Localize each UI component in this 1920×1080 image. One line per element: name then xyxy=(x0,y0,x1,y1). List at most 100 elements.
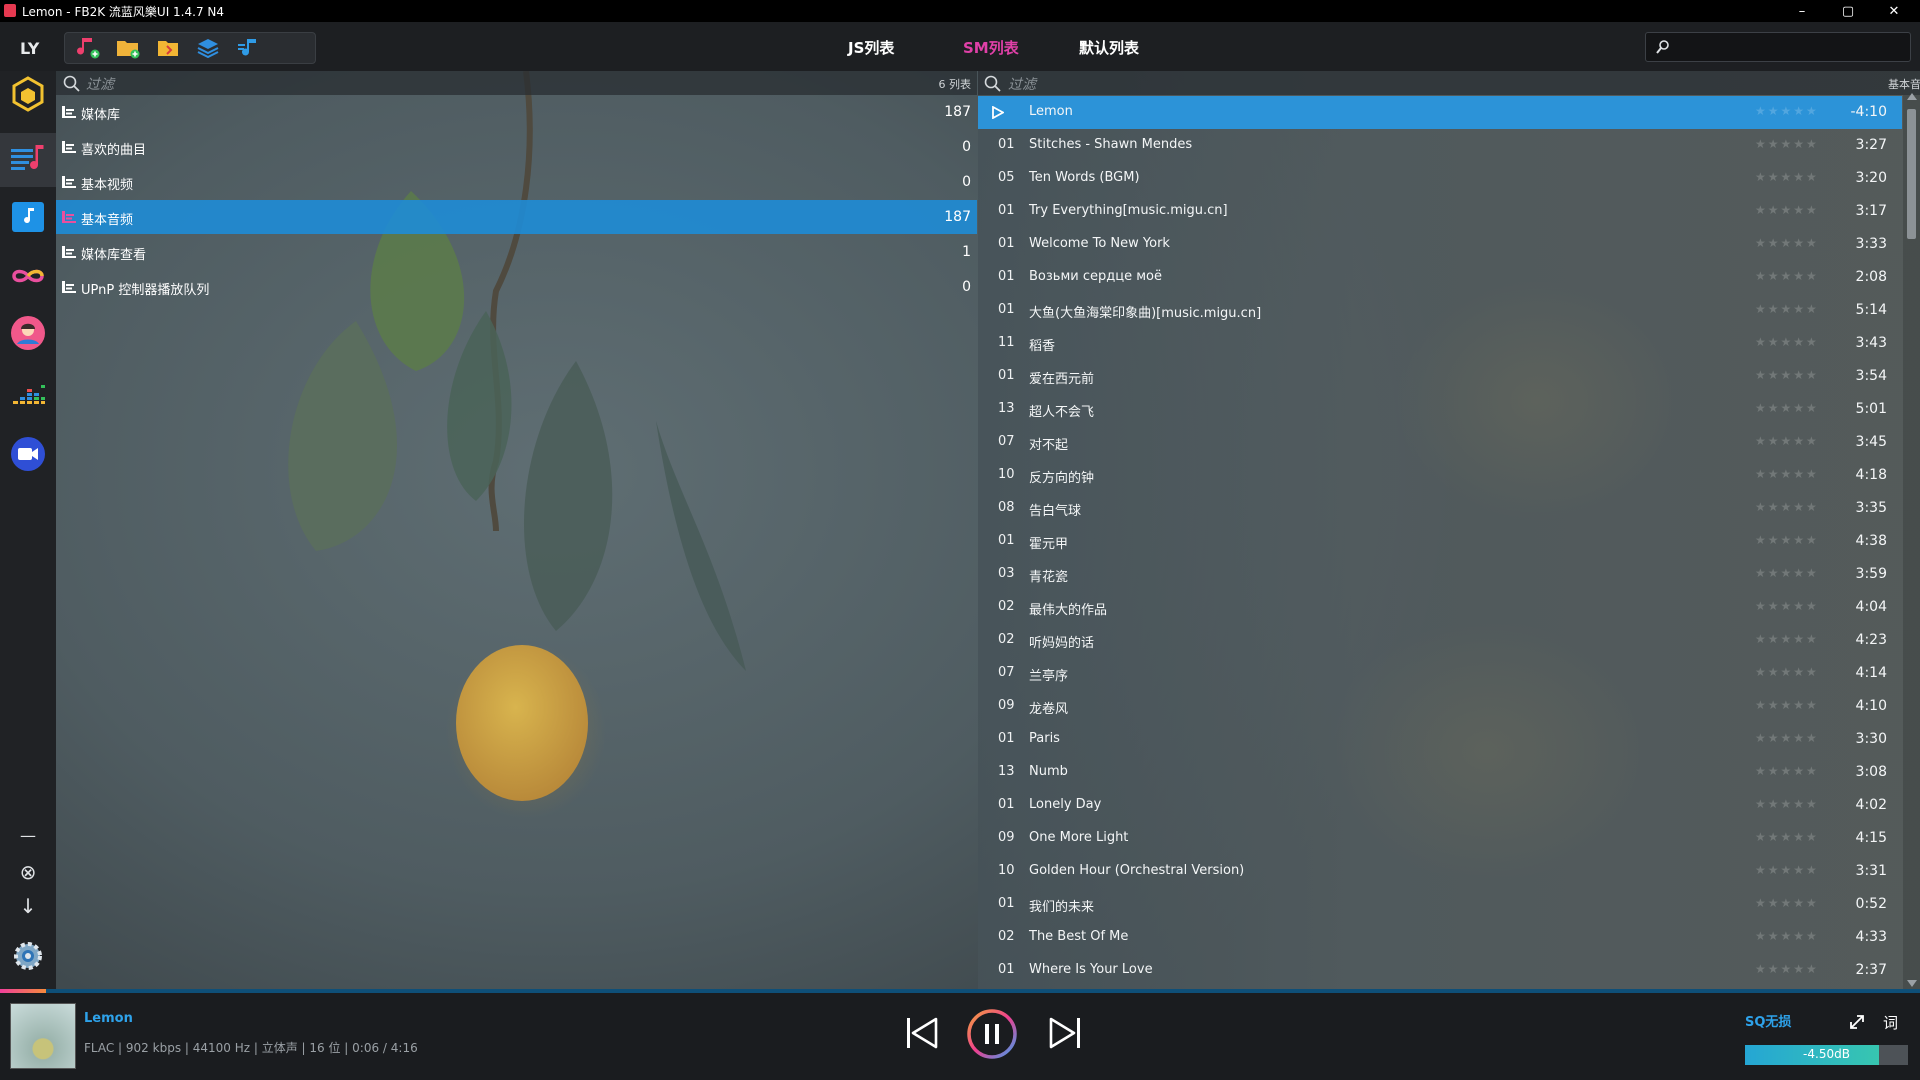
track-row[interactable]: 13 超人不会飞 ★★★★★ 5:01 xyxy=(978,393,1902,426)
track-rating[interactable]: ★★★★★ xyxy=(1755,731,1819,745)
tracklist-scrollbar[interactable] xyxy=(1903,93,1920,989)
track-row[interactable]: 01 Try Everything[music.migu.cn] ★★★★★ 3:17 xyxy=(978,195,1902,228)
track-row[interactable]: 01 Where Is Your Love ★★★★★ 2:37 xyxy=(978,954,1902,987)
track-row[interactable]: 02 最伟大的作品 ★★★★★ 4:04 xyxy=(978,591,1902,624)
track-rating[interactable]: ★★★★★ xyxy=(1755,665,1819,679)
track-rating[interactable]: ★★★★★ xyxy=(1755,764,1819,778)
track-rating[interactable]: ★★★★★ xyxy=(1755,533,1819,547)
track-row[interactable]: 13 Numb ★★★★★ 3:08 xyxy=(978,756,1902,789)
avatar-icon[interactable] xyxy=(8,313,48,353)
track-rating[interactable]: ★★★★★ xyxy=(1755,599,1819,613)
layers-icon[interactable] xyxy=(195,36,221,60)
track-rating[interactable]: ★★★★★ xyxy=(1755,401,1819,415)
track-row[interactable]: 07 兰亭序 ★★★★★ 4:14 xyxy=(978,657,1902,690)
track-rating[interactable]: ★★★★★ xyxy=(1755,962,1819,976)
pause-button[interactable] xyxy=(966,1008,1018,1060)
scroll-up-arrow-icon[interactable] xyxy=(1907,93,1917,100)
album-cover-thumbnail[interactable] xyxy=(10,1003,76,1069)
track-rating[interactable]: ★★★★★ xyxy=(1755,434,1819,448)
track-rating[interactable]: ★★★★★ xyxy=(1755,203,1819,217)
playlist-item-name: UPnP 控制器播放队列 xyxy=(81,283,210,298)
track-row[interactable]: 07 对不起 ★★★★★ 3:45 xyxy=(978,426,1902,459)
infinity-icon[interactable] xyxy=(8,256,48,296)
track-row[interactable]: 05 Ten Words (BGM) ★★★★★ 3:20 xyxy=(978,162,1902,195)
track-rating[interactable]: ★★★★★ xyxy=(1755,302,1819,316)
lyrics-button[interactable]: 词 xyxy=(1883,1012,1898,1033)
track-rating[interactable]: ★★★★★ xyxy=(1755,863,1819,877)
track-rating[interactable]: ★★★★★ xyxy=(1755,500,1819,514)
track-number: 09 xyxy=(998,830,1015,845)
track-row[interactable]: 01 Lonely Day ★★★★★ 4:02 xyxy=(978,789,1902,822)
playlist-view-icon[interactable] xyxy=(8,139,48,179)
playlist-icon[interactable] xyxy=(235,36,261,60)
playlist-item[interactable]: 媒体库 187 xyxy=(56,95,977,129)
track-row[interactable]: 01 霍元甲 ★★★★★ 4:38 xyxy=(978,525,1902,558)
track-rating[interactable]: ★★★★★ xyxy=(1755,335,1819,349)
now-playing-title[interactable]: Lemon xyxy=(84,1011,133,1026)
playlist-item[interactable]: 基本音频 187 xyxy=(56,200,977,234)
track-row[interactable]: 11 稻香 ★★★★★ 3:43 xyxy=(978,327,1902,360)
track-rating[interactable]: ★★★★★ xyxy=(1755,566,1819,580)
track-rating[interactable]: ★★★★★ xyxy=(1755,104,1819,118)
tab-sm-list[interactable]: SM列表 xyxy=(963,37,1019,58)
tab-default-list[interactable]: 默认列表 xyxy=(1079,37,1139,58)
add-folder-icon[interactable] xyxy=(115,36,141,60)
previous-button[interactable] xyxy=(904,1014,940,1052)
track-row[interactable]: 01 Paris ★★★★★ 3:30 xyxy=(978,723,1902,756)
track-filter-bar[interactable]: 过滤 基本音频 xyxy=(978,71,1920,95)
track-rating[interactable]: ★★★★★ xyxy=(1755,797,1819,811)
volume-slider[interactable]: -4.50dB xyxy=(1745,1045,1908,1065)
track-rating[interactable]: ★★★★★ xyxy=(1755,698,1819,712)
track-rating[interactable]: ★★★★★ xyxy=(1755,368,1819,382)
track-row[interactable]: 01 Stitches - Shawn Mendes ★★★★★ 3:27 xyxy=(978,129,1902,162)
video-icon[interactable] xyxy=(8,434,48,474)
track-row[interactable]: 01 爱在西元前 ★★★★★ 3:54 xyxy=(978,360,1902,393)
track-row[interactable]: 01 我们的未来 ★★★★★ 0:52 xyxy=(978,888,1902,921)
open-folder-icon[interactable] xyxy=(155,36,181,60)
maximize-button[interactable]: ▢ xyxy=(1826,0,1870,22)
track-row[interactable]: 10 反方向的钟 ★★★★★ 4:18 xyxy=(978,459,1902,492)
track-row[interactable]: 01 Welcome To New York ★★★★★ 3:33 xyxy=(978,228,1902,261)
track-rating[interactable]: ★★★★★ xyxy=(1755,929,1819,943)
track-rating[interactable]: ★★★★★ xyxy=(1755,830,1819,844)
track-row[interactable]: Lemon ★★★★★ -4:10 xyxy=(978,96,1902,129)
track-row[interactable]: 02 The Best Of Me ★★★★★ 4:33 xyxy=(978,921,1902,954)
track-row[interactable]: 10 Golden Hour (Orchestral Version) ★★★★★ 3… xyxy=(978,855,1902,888)
track-row[interactable]: 01 Возьми сердце моё ★★★★★ 2:08 xyxy=(978,261,1902,294)
expand-icon[interactable] xyxy=(1848,1013,1866,1031)
track-row[interactable]: 08 告白气球 ★★★★★ 3:35 xyxy=(978,492,1902,525)
scrollbar-thumb[interactable] xyxy=(1907,109,1916,239)
minimize-button[interactable]: – xyxy=(1780,0,1824,22)
track-rating[interactable]: ★★★★★ xyxy=(1755,137,1819,151)
add-music-icon[interactable] xyxy=(75,36,101,60)
playlist-item[interactable]: 媒体库查看 1 xyxy=(56,235,977,269)
playlist-item[interactable]: UPnP 控制器播放队列 0 xyxy=(56,270,977,304)
track-rating[interactable]: ★★★★★ xyxy=(1755,170,1819,184)
track-rating[interactable]: ★★★★★ xyxy=(1755,467,1819,481)
track-row[interactable]: 03 青花瓷 ★★★★★ 3:59 xyxy=(978,558,1902,591)
scroll-down-arrow-icon[interactable] xyxy=(1907,980,1917,987)
playlist-item[interactable]: 喜欢的曲目 0 xyxy=(56,130,977,164)
download-arrow-icon[interactable]: ↓ xyxy=(0,894,56,918)
track-rating[interactable]: ★★★★★ xyxy=(1755,236,1819,250)
close-circle-icon[interactable]: ⊗ xyxy=(0,860,56,884)
equalizer-icon[interactable] xyxy=(8,375,48,415)
next-button[interactable] xyxy=(1047,1014,1083,1052)
music-note-icon[interactable] xyxy=(8,197,48,237)
track-row[interactable]: 09 One More Light ★★★★★ 4:15 xyxy=(978,822,1902,855)
playlist-item[interactable]: 基本视频 0 xyxy=(56,165,977,199)
search-box[interactable] xyxy=(1645,32,1911,62)
track-rating[interactable]: ★★★★★ xyxy=(1755,632,1819,646)
track-rating[interactable]: ★★★★★ xyxy=(1755,896,1819,910)
track-row[interactable]: 02 听妈妈的话 ★★★★★ 4:23 xyxy=(978,624,1902,657)
minimize-line-icon[interactable]: — xyxy=(0,826,56,845)
track-title: 爱在西元前 xyxy=(1029,372,1095,387)
track-row[interactable]: 01 大鱼(大鱼海棠印象曲)[music.migu.cn] ★★★★★ 5:14 xyxy=(978,294,1902,327)
tab-js-list[interactable]: JS列表 xyxy=(848,37,894,58)
track-rating[interactable]: ★★★★★ xyxy=(1755,269,1819,283)
track-row[interactable]: 09 龙卷风 ★★★★★ 4:10 xyxy=(978,690,1902,723)
package-icon[interactable] xyxy=(8,74,48,114)
close-button[interactable]: ✕ xyxy=(1872,0,1916,22)
settings-gear-icon[interactable] xyxy=(10,938,46,974)
playlist-filter-bar[interactable]: 过滤 6 列表 xyxy=(56,71,977,95)
